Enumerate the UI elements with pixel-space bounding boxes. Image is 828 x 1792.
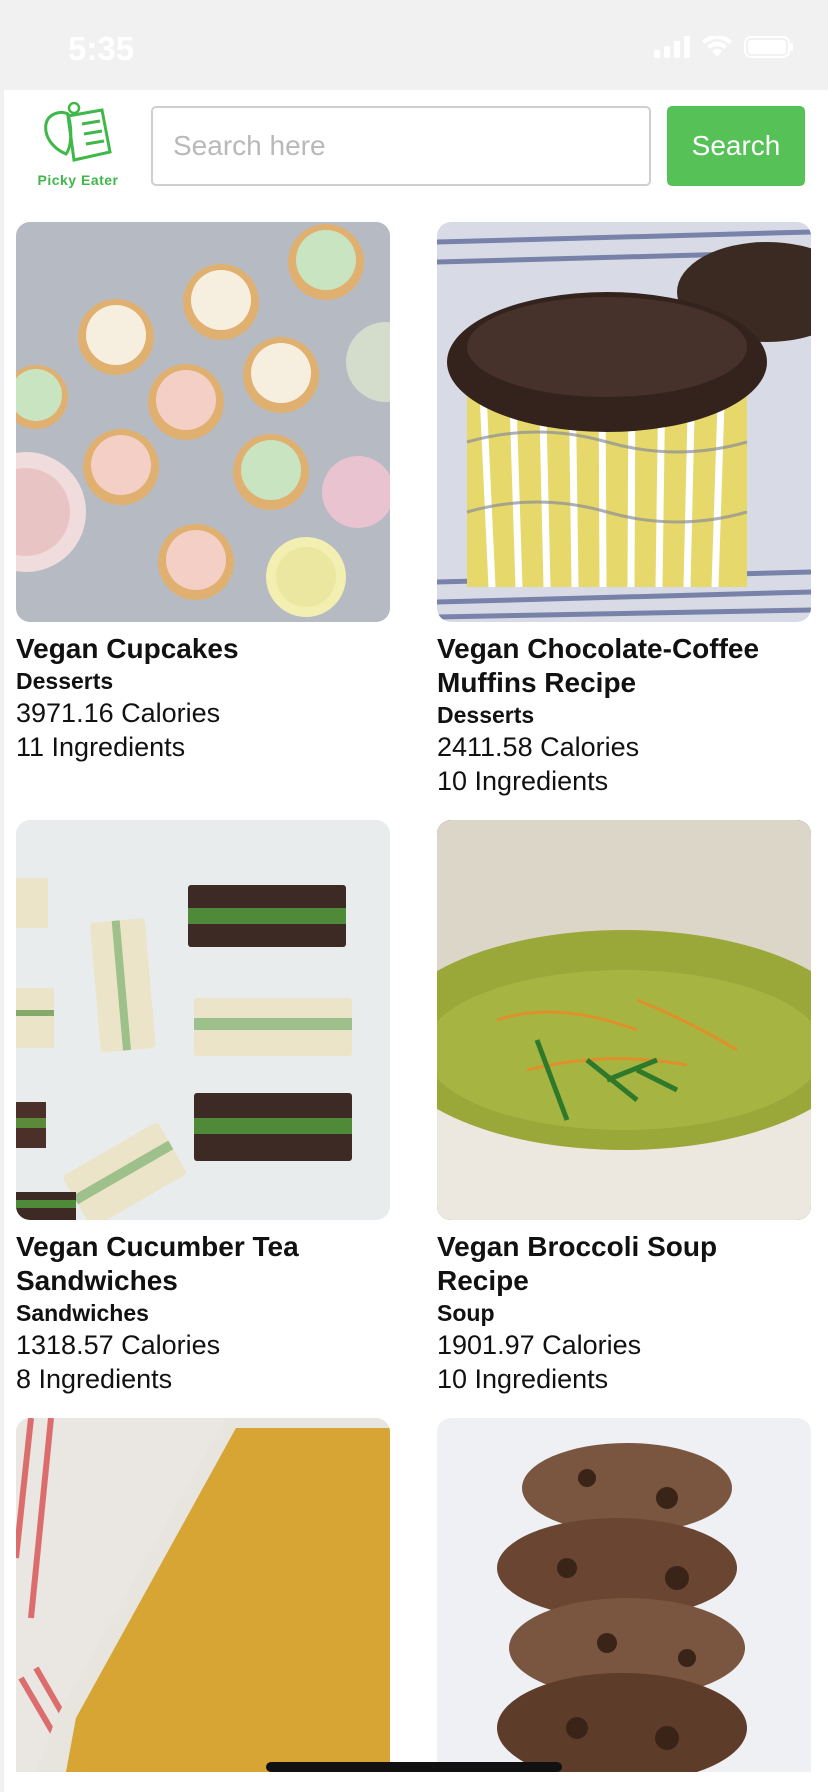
recipe-category: Desserts [16,668,114,694]
recipe-title: Vegan Broccoli Soup Recipe [437,1231,718,1296]
recipe-card[interactable]: Vegan Chocolate-Coffee Muffins Recipe De… [437,222,811,798]
recipe-calories: 2411.58 Calories [437,732,640,762]
recipe-calories: 1901.97 Calories [437,1330,642,1360]
recipe-image[interactable] [16,820,390,1220]
recipe-card[interactable]: Vegan Cupcakes Desserts 3971.16 Calories… [16,222,390,764]
recipe-ingredients: 10 Ingredients [437,766,609,796]
recipe-ingredients: 11 Ingredients [16,732,186,762]
recipe-card[interactable]: Vegan Cucumber Tea Sandwiches Sandwiches… [16,820,390,1396]
app-panel: Picky Eater Search here Search Vegan Cup… [4,90,828,1792]
recipe-calories: 1318.57 Calories [16,1330,221,1360]
recipe-image[interactable] [16,1418,390,1772]
home-indicator [266,1762,562,1772]
app-screen: 5:35 Picky Eater Search here Search Vega… [0,0,828,1792]
picky-eater-logo-icon [44,102,112,162]
status-bar: 5:35 [0,0,828,90]
recipe-card[interactable]: Vegan Broccoli Soup Recipe Soup 1901.97 … [437,820,811,1396]
recipe-card[interactable] [16,1418,390,1772]
battery-icon [744,36,794,58]
status-icons [654,36,794,58]
recipe-category: Desserts [437,702,535,728]
recipe-image[interactable] [437,820,811,1220]
logo: Picky Eater [28,102,128,192]
wifi-icon [702,36,732,58]
recipe-image[interactable] [437,222,811,622]
status-time: 5:35 [68,30,135,67]
search-input[interactable] [151,106,651,186]
recipe-calories: 3971.16 Calories [16,698,221,728]
header: Picky Eater Search [4,90,828,210]
recipe-title: Vegan Cupcakes [16,633,239,664]
recipe-category: Sandwiches [16,1300,149,1326]
app-name: Picky Eater [37,172,119,188]
recipe-category: Soup [437,1300,495,1326]
recipe-title: Vegan Chocolate-Coffee Muffins Recipe [437,633,760,698]
search-button[interactable]: Search [667,106,805,186]
recipe-title: Vegan Cucumber Tea Sandwiches [16,1231,299,1296]
recipe-ingredients: 10 Ingredients [437,1364,609,1394]
recipe-image[interactable] [16,222,390,622]
signal-icon [654,36,690,58]
recipe-ingredients: 8 Ingredients [16,1364,173,1394]
recipe-image[interactable] [437,1418,811,1772]
recipe-card[interactable] [437,1418,811,1772]
